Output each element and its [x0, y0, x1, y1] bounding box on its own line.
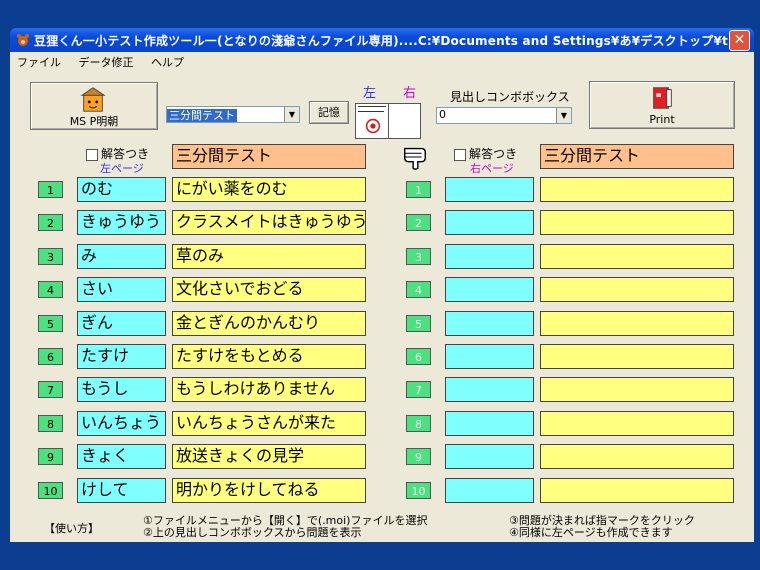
right-reading-field[interactable]: [445, 377, 534, 402]
menu-data-edit[interactable]: データ修正: [72, 52, 141, 70]
left-row-number: 6: [38, 348, 63, 365]
right-title-field[interactable]: 三分間テスト: [540, 144, 734, 169]
right-row-number: 5: [406, 315, 431, 332]
right-row-number: 6: [406, 348, 431, 365]
left-reading-field[interactable]: きゅうゆう: [77, 210, 166, 235]
left-reading-field[interactable]: いんちょう: [77, 411, 166, 436]
left-row-number: 9: [38, 448, 63, 465]
howto-step-2: ②上の見出しコンボボックスから問題を表示: [143, 526, 362, 539]
left-row-number: 2: [38, 214, 63, 231]
right-row-number: 7: [406, 381, 431, 398]
left-row-number: 10: [38, 482, 63, 499]
left-row-number: 1: [38, 181, 63, 198]
left-sentence-field[interactable]: 明かりをけしてねる: [172, 478, 366, 503]
test-select[interactable]: 三分間テスト ▼: [166, 106, 300, 123]
right-sentence-field[interactable]: [540, 377, 734, 402]
right-reading-field[interactable]: [445, 411, 534, 436]
font-ms-p-mincho-button[interactable]: MS P明朝: [30, 82, 158, 130]
tanuki-face-icon: [80, 87, 106, 112]
window-title: 豆狸くん一小テスト作成ツール一(となりの淺爺さんファイル専用)....C:¥Do…: [34, 34, 751, 48]
howto-label: 【使い方】: [44, 522, 99, 535]
left-reading-field[interactable]: けして: [77, 478, 166, 503]
right-row-number: 3: [406, 248, 431, 265]
howto-step-4: ④同様に左ページも作成できます: [509, 526, 673, 539]
print-book-icon: [653, 87, 672, 109]
left-page-label: 左ページ: [100, 162, 144, 175]
right-sentence-field[interactable]: [540, 244, 734, 269]
left-sentence-field[interactable]: もうしわけありません: [172, 377, 366, 402]
menu-file[interactable]: ファイル: [10, 52, 68, 70]
close-button[interactable]: ✕: [729, 30, 750, 51]
print-label: Print: [649, 113, 675, 126]
menu-help[interactable]: ヘルプ: [144, 52, 191, 70]
right-reading-field[interactable]: [445, 244, 534, 269]
left-sentence-field[interactable]: 金とぎんのかんむり: [172, 311, 366, 336]
right-sentence-field[interactable]: [540, 444, 734, 469]
left-row-number: 7: [38, 381, 63, 398]
test-select-value: 三分間テスト: [167, 109, 237, 122]
left-reading-field[interactable]: たすけ: [77, 344, 166, 369]
left-reading-field[interactable]: み: [77, 244, 166, 269]
left-title-field[interactable]: 三分間テスト: [172, 144, 366, 169]
right-answer-checkbox-label: 解答つき: [469, 147, 518, 161]
right-sentence-field[interactable]: [540, 478, 734, 503]
right-label: 右: [403, 86, 417, 101]
print-button[interactable]: Print: [589, 81, 735, 129]
right-row-number: 4: [406, 281, 431, 298]
right-reading-field[interactable]: [445, 444, 534, 469]
heading-combo[interactable]: 0 ▼: [436, 107, 572, 124]
right-sentence-field[interactable]: [540, 411, 734, 436]
tanuki-app-icon: [17, 34, 29, 46]
right-reading-field[interactable]: [445, 311, 534, 336]
pointing-hand-icon[interactable]: [400, 143, 430, 171]
right-row-number: 10: [406, 482, 431, 499]
left-sentence-field[interactable]: 放送きょくの見学: [172, 444, 366, 469]
right-reading-field[interactable]: [445, 344, 534, 369]
kioku-button[interactable]: 記憶: [309, 101, 349, 124]
right-row-number: 8: [406, 415, 431, 432]
right-page-label: 右ページ: [470, 162, 514, 175]
left-reading-field[interactable]: もうし: [77, 377, 166, 402]
left-sentence-field[interactable]: いんちょうさんが来た: [172, 411, 366, 436]
title-bar: 豆狸くん一小テスト作成ツール一(となりの淺爺さんファイル専用)....C:¥Do…: [10, 28, 754, 52]
chevron-down-icon[interactable]: ▼: [284, 107, 299, 122]
chevron-down-icon[interactable]: ▼: [556, 108, 571, 123]
heading-combo-label: 見出しコンボボックス: [450, 90, 570, 104]
left-row-number: 5: [38, 315, 63, 332]
left-row-number: 4: [38, 281, 63, 298]
right-sentence-field[interactable]: [540, 177, 734, 202]
right-reading-field[interactable]: [445, 277, 534, 302]
left-sentence-field[interactable]: 文化さいでおどる: [172, 277, 366, 302]
left-reading-field[interactable]: さい: [77, 277, 166, 302]
menu-bar: ファイル データ修正 ヘルプ: [10, 52, 754, 70]
right-row-number: 1: [406, 181, 431, 198]
right-row-number: 9: [406, 448, 431, 465]
main-panel: [10, 70, 754, 542]
left-reading-field[interactable]: のむ: [77, 177, 166, 202]
right-sentence-field[interactable]: [540, 210, 734, 235]
target-icon: [365, 118, 381, 134]
left-reading-field[interactable]: ぎん: [77, 311, 166, 336]
right-sentence-field[interactable]: [540, 311, 734, 336]
left-sentence-field[interactable]: クラスメイトはきゅうゆう: [172, 210, 366, 235]
left-sentence-field[interactable]: 草のみ: [172, 244, 366, 269]
left-label: 左: [363, 86, 377, 101]
right-reading-field[interactable]: [445, 177, 534, 202]
left-answer-checkbox-label: 解答つき: [101, 147, 150, 161]
left-row-number: 8: [38, 415, 63, 432]
heading-combo-value: 0: [439, 108, 446, 121]
left-sentence-field[interactable]: たすけをもとめる: [172, 344, 366, 369]
left-reading-field[interactable]: きょく: [77, 444, 166, 469]
right-row-number: 2: [406, 214, 431, 231]
ms-button-label: MS P明朝: [69, 115, 119, 128]
left-row-number: 3: [38, 248, 63, 265]
right-sentence-field[interactable]: [540, 277, 734, 302]
right-sentence-field[interactable]: [540, 344, 734, 369]
left-sentence-field[interactable]: にがい薬をのむ: [172, 177, 366, 202]
right-reading-field[interactable]: [445, 210, 534, 235]
right-reading-field[interactable]: [445, 478, 534, 503]
page-preview-icon[interactable]: [355, 103, 421, 139]
